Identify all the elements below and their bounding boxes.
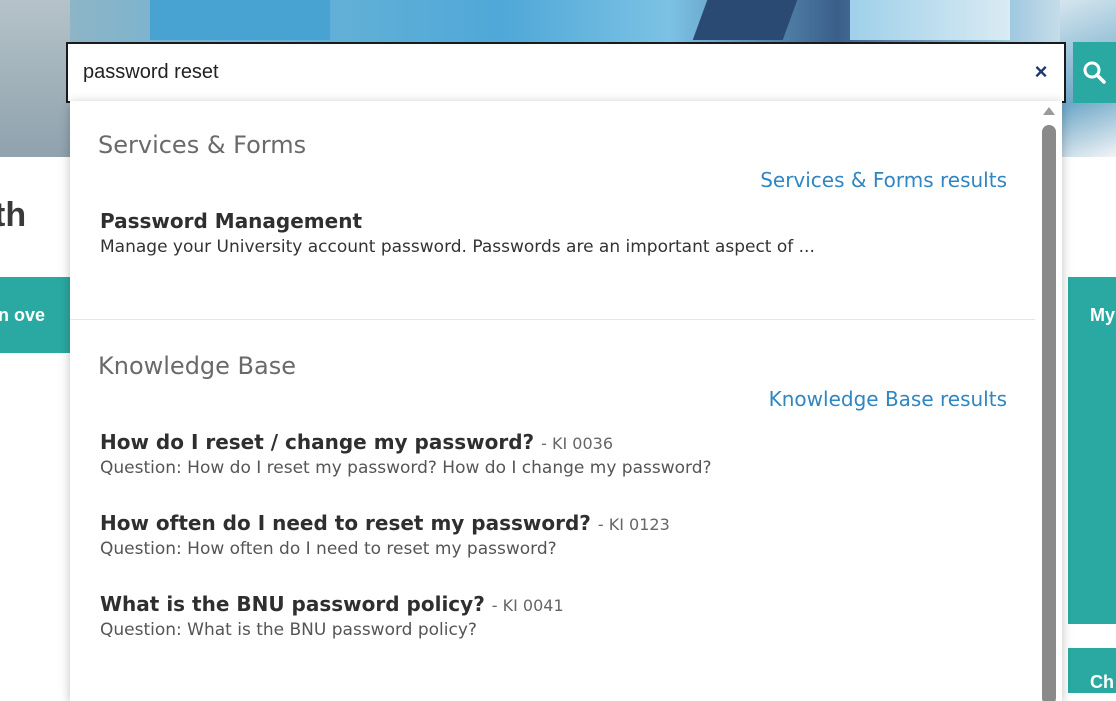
result-title: What is the BNU password policy? - KI 00… bbox=[100, 592, 1020, 616]
search-suggestions-dropdown: Services & Forms Services & Forms result… bbox=[70, 101, 1062, 701]
kb-result-item[interactable]: How often do I need to reset my password… bbox=[100, 511, 1020, 559]
hero-shape bbox=[0, 0, 70, 157]
result-description: Question: What is the BNU password polic… bbox=[100, 620, 477, 640]
knowledge-results-link[interactable]: Knowledge Base results bbox=[769, 387, 1007, 411]
result-title: How do I reset / change my password? - K… bbox=[100, 430, 1020, 454]
hero-shape bbox=[850, 0, 1010, 40]
service-result-item[interactable]: Password Management Manage your Universi… bbox=[100, 209, 1020, 257]
right-tile-label: My bbox=[1090, 305, 1116, 325]
hero-shape bbox=[692, 0, 798, 40]
scroll-up-arrow-icon[interactable] bbox=[1043, 107, 1055, 115]
search-icon bbox=[1083, 61, 1106, 84]
close-icon[interactable]: × bbox=[1030, 61, 1052, 83]
page-heading-text: th bbox=[0, 196, 27, 234]
result-ki-number: - KI 0036 bbox=[541, 434, 614, 453]
result-title-text: How often do I need to reset my password… bbox=[100, 511, 591, 535]
kb-result-item[interactable]: What is the BNU password policy? - KI 00… bbox=[100, 592, 1020, 640]
knowledge-section-title: Knowledge Base bbox=[98, 352, 296, 380]
left-tile[interactable]: n ove bbox=[0, 277, 70, 353]
search-input[interactable] bbox=[68, 44, 1008, 101]
result-description: Question: How do I reset my password? Ho… bbox=[100, 458, 712, 478]
services-results-link[interactable]: Services & Forms results bbox=[760, 168, 1007, 192]
result-title: How often do I need to reset my password… bbox=[100, 511, 1020, 535]
right-tile-2[interactable]: Ch bbox=[1068, 648, 1116, 693]
dropdown-scrollbar[interactable] bbox=[1037, 101, 1062, 701]
result-title: Password Management bbox=[100, 209, 363, 233]
left-tile-label: n ove bbox=[0, 305, 46, 325]
page-heading: th bbox=[0, 196, 32, 235]
section-divider bbox=[70, 319, 1035, 320]
right-tile-2-label: Ch bbox=[1090, 672, 1114, 692]
hero-shape bbox=[150, 0, 330, 40]
result-description: Manage your University account password.… bbox=[100, 237, 815, 257]
search-bar: × bbox=[66, 42, 1066, 103]
scrollbar-thumb[interactable] bbox=[1042, 125, 1056, 701]
kb-result-item[interactable]: How do I reset / change my password? - K… bbox=[100, 430, 1020, 478]
result-ki-number: - KI 0041 bbox=[491, 596, 564, 615]
result-title-text: What is the BNU password policy? bbox=[100, 592, 485, 616]
right-tile[interactable]: My bbox=[1068, 277, 1116, 624]
services-section-title: Services & Forms bbox=[98, 131, 307, 159]
result-ki-number: - KI 0123 bbox=[597, 515, 670, 534]
result-description: Question: How often do I need to reset m… bbox=[100, 539, 557, 559]
search-button[interactable] bbox=[1073, 42, 1116, 103]
result-title-text: How do I reset / change my password? bbox=[100, 430, 535, 454]
